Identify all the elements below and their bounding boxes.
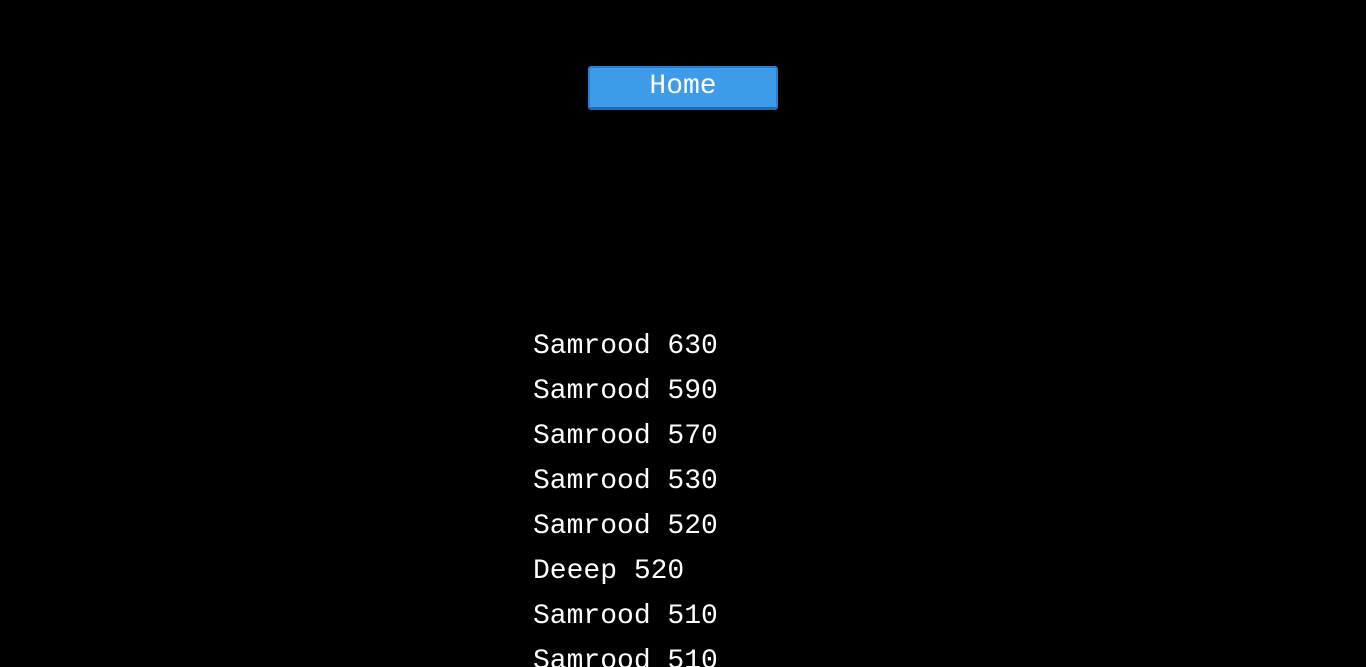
score-item: Samrood 520 <box>533 511 718 542</box>
score-item: Samrood 570 <box>533 421 718 452</box>
score-list: Samrood 630 Samrood 590 Samrood 570 Samr… <box>533 327 718 667</box>
home-button[interactable]: Home <box>588 66 778 110</box>
score-item: Samrood 510 <box>533 601 718 632</box>
score-item: Samrood 590 <box>533 376 718 407</box>
score-item: Deeep 520 <box>533 556 685 587</box>
leaderboard-page: Home Samrood 630 Samrood 590 Samrood 570… <box>0 0 1366 667</box>
score-item: Samrood 530 <box>533 466 718 497</box>
score-item: Samrood 510 <box>533 646 718 667</box>
score-item: Samrood 630 <box>533 331 718 362</box>
